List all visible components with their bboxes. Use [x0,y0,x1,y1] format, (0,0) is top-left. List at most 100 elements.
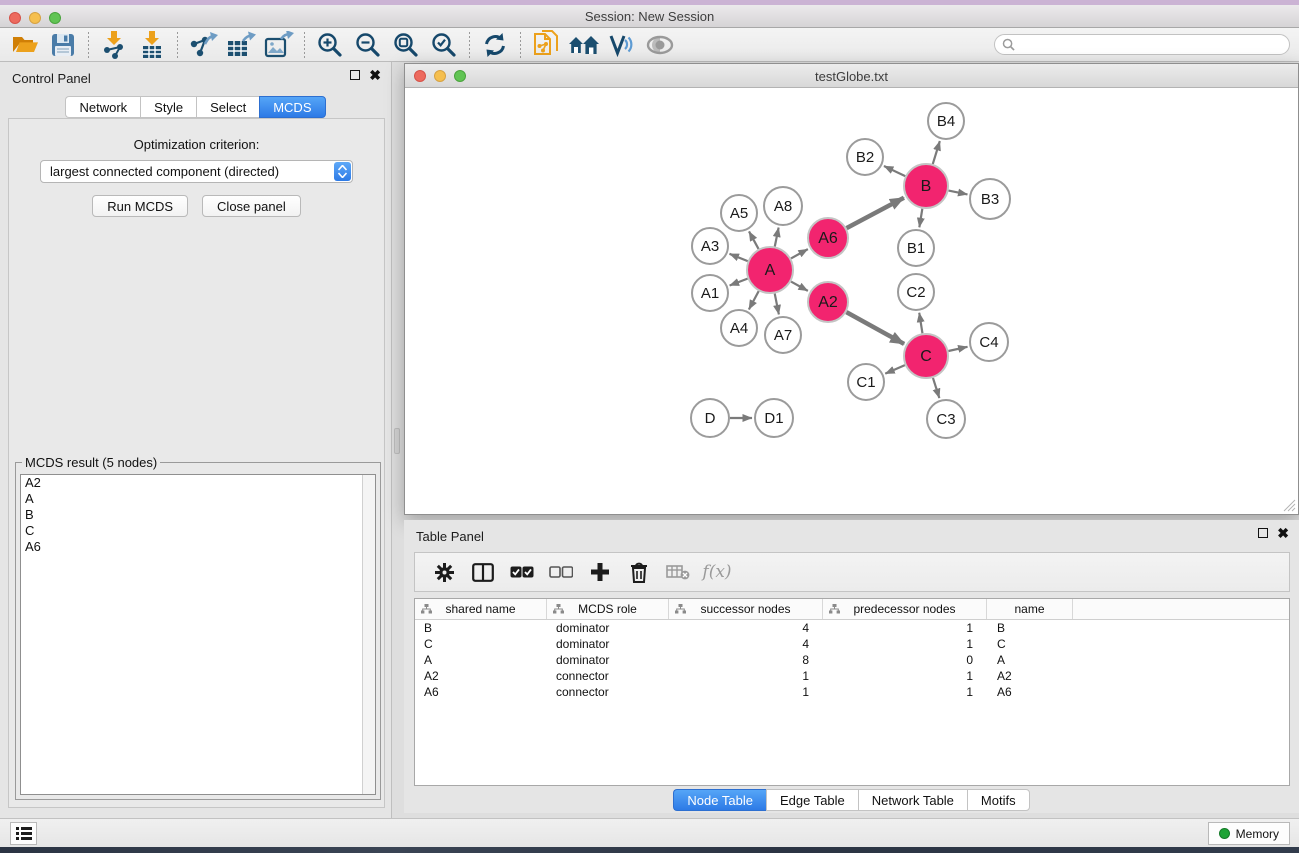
mcds-result-list[interactable]: A2ABCA6 [20,474,376,795]
zoom-out-icon[interactable] [349,30,387,60]
criterion-dropdown-value: largest connected component (directed) [50,164,279,179]
cybrowser-home-icon[interactable] [565,30,603,60]
search-field[interactable] [994,34,1290,55]
column-header-name[interactable]: name [987,599,1073,619]
edge-C-C1[interactable] [885,365,905,374]
edge-A-A3[interactable] [729,254,747,261]
vizmapper-icon[interactable] [603,30,641,60]
task-history-button[interactable] [10,822,37,845]
edge-A-A7[interactable] [775,294,779,315]
edge-A2-C[interactable] [846,312,904,344]
edge-A6-B[interactable] [847,198,904,228]
node-label-A1: A1 [701,285,719,302]
result-scrollbar[interactable] [362,475,375,794]
edge-B-B4[interactable] [933,141,940,164]
run-mcds-button[interactable]: Run MCDS [92,195,188,217]
node-label-C3: C3 [936,411,955,428]
export-image-icon[interactable] [260,30,298,60]
table-row[interactable]: Cdominator41C [415,636,1289,652]
tab-motifs[interactable]: Motifs [967,789,1030,811]
node-label-A: A [765,262,776,279]
table-row[interactable]: A2connector11A2 [415,668,1289,684]
search-input[interactable] [1015,37,1289,53]
edge-C-C3[interactable] [933,378,939,398]
tab-network[interactable]: Network [65,96,140,118]
network-window-title: testGlobe.txt [405,69,1298,84]
table-cell: A6 [415,685,547,699]
tab-edge-table[interactable]: Edge Table [766,789,858,811]
panel-divider-grip[interactable] [394,428,400,454]
delete-column-trash-icon[interactable] [624,557,654,587]
tab-mcds[interactable]: MCDS [259,96,325,118]
edge-A-A5[interactable] [749,231,759,248]
edge-A-A6[interactable] [791,249,808,258]
edge-B-B3[interactable] [949,191,968,195]
result-list-item[interactable]: A2 [21,475,375,491]
close-panel-icon[interactable]: ✖ [369,70,381,80]
table-settings-gear-icon[interactable] [429,557,459,587]
edge-C-C2[interactable] [919,313,922,334]
node-table[interactable]: shared name MCDS role successor nodes pr… [414,598,1290,786]
function-builder-icon[interactable]: f(x) [702,557,732,587]
table-cell: 1 [669,669,823,683]
edge-A-A4[interactable] [749,291,759,309]
import-table-icon[interactable] [133,30,171,60]
column-header-predecessor-nodes[interactable]: predecessor nodes [823,599,987,619]
refresh-icon[interactable] [476,30,514,60]
tab-select[interactable]: Select [196,96,259,118]
result-list-item[interactable]: A6 [21,539,375,555]
table-panel: Table Panel ✖ [404,520,1299,813]
deselect-all-columns-icon[interactable] [546,557,576,587]
open-file-icon[interactable] [6,30,44,60]
table-close-icon[interactable]: ✖ [1277,528,1289,538]
criterion-dropdown[interactable]: largest connected component (directed) [40,160,353,183]
delete-table-icon[interactable] [663,557,693,587]
memory-button[interactable]: Memory [1208,822,1290,845]
window-resize-grip[interactable] [1283,499,1296,512]
table-cell: 0 [823,653,987,667]
import-network-icon[interactable] [95,30,133,60]
edge-A-A1[interactable] [730,279,748,286]
edge-B-B2[interactable] [884,166,905,176]
edge-A-A2[interactable] [791,282,808,291]
edge-A-A8[interactable] [775,228,779,247]
network-canvas[interactable]: B4B2BB3A5A8A6A3B1AC2A1A2A4A7C4CC1C3DD1 [405,88,1298,514]
create-column-icon[interactable] [585,557,615,587]
tab-node-table[interactable]: Node Table [673,789,766,811]
table-row[interactable]: A6connector11A6 [415,684,1289,700]
table-row[interactable]: Adominator80A [415,652,1289,668]
table-float-icon[interactable] [1258,528,1268,538]
close-panel-button[interactable]: Close panel [202,195,301,217]
edge-C-C4[interactable] [948,347,967,351]
network-window-titlebar[interactable]: testGlobe.txt [405,64,1298,88]
node-label-B1: B1 [907,240,925,257]
zoom-in-icon[interactable] [311,30,349,60]
show-columns-icon[interactable] [468,557,498,587]
column-header-successor-nodes[interactable]: successor nodes [669,599,823,619]
node-label-C2: C2 [906,284,925,301]
dropdown-stepper-icon [334,162,351,181]
result-list-item[interactable]: C [21,523,375,539]
column-type-icon [553,604,564,614]
save-session-icon[interactable] [44,30,82,60]
zoom-fit-icon[interactable] [387,30,425,60]
tab-style[interactable]: Style [140,96,196,118]
network-graph[interactable]: B4B2BB3A5A8A6A3B1AC2A1A2A4A7C4CC1C3DD1 [405,88,1298,514]
table-row[interactable]: Bdominator41B [415,620,1289,636]
select-all-columns-icon[interactable] [507,557,537,587]
export-network-icon[interactable] [184,30,222,60]
result-list-item[interactable]: A [21,491,375,507]
node-label-C1: C1 [856,374,875,391]
network-file-icon[interactable] [527,30,565,60]
node-label-A7: A7 [774,327,792,344]
column-header-mcds-role[interactable]: MCDS role [547,599,669,619]
column-header-shared-name[interactable]: shared name [415,599,547,619]
export-table-icon[interactable] [222,30,260,60]
edge-B-B1[interactable] [919,209,922,228]
show-hide-eye-icon[interactable] [641,30,679,60]
table-cell: B [415,621,547,635]
zoom-selected-icon[interactable] [425,30,463,60]
tab-network-table[interactable]: Network Table [858,789,967,811]
float-panel-icon[interactable] [350,70,360,80]
result-list-item[interactable]: B [21,507,375,523]
